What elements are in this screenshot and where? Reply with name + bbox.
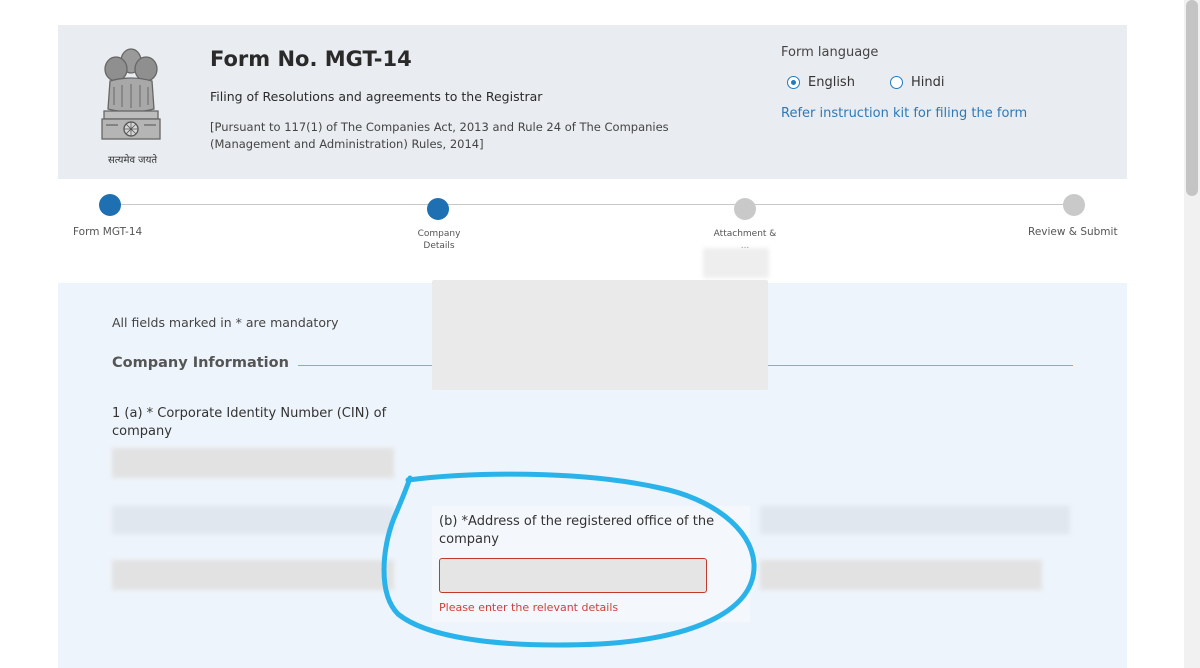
step-dot-form-mgt14[interactable]	[99, 194, 121, 216]
radio-button-hindi[interactable]	[890, 76, 903, 89]
mandatory-note: All fields marked in * are mandatory	[112, 315, 339, 330]
annotation-circle	[381, 471, 757, 648]
section-title: Company Information	[112, 355, 289, 371]
step-dot-attachment[interactable]	[734, 198, 756, 220]
form-legal-reference: [Pursuant to 117(1) of The Companies Act…	[210, 120, 669, 151]
redacted-region	[703, 248, 769, 278]
scrollbar-thumb[interactable]	[1186, 0, 1198, 196]
national-emblem-icon	[101, 48, 161, 140]
step-label-form-mgt14: Form MGT-14	[73, 226, 143, 238]
redacted-region	[432, 356, 768, 390]
step-dot-company-details[interactable]	[427, 198, 449, 220]
stepper-line	[110, 204, 1074, 205]
form-subtitle: Filing of Resolutions and agreements to …	[210, 89, 543, 104]
language-option-label: English	[808, 75, 855, 90]
instruction-kit-link[interactable]: Refer instruction kit for filing the for…	[781, 106, 1027, 121]
cin-field-redacted[interactable]	[112, 448, 394, 478]
page-title: Form No. MGT-14	[210, 47, 412, 71]
radio-button-english[interactable]	[787, 76, 800, 89]
form-header: सत्यमेव जयते Form No. MGT-14 Filing of R…	[58, 25, 1127, 179]
step-label-company-details: Company Details	[417, 229, 461, 251]
step-label-review-submit: Review & Submit	[1028, 226, 1118, 238]
emblem-caption: सत्यमेव जयते	[108, 155, 158, 166]
step-dot-review-submit[interactable]	[1063, 194, 1085, 216]
cin-field-label: 1 (a) * Corporate Identity Number (CIN) …	[112, 406, 387, 439]
language-option-english[interactable]: English	[787, 75, 855, 90]
redacted-region	[760, 506, 1070, 534]
page-scrollbar[interactable]	[1184, 0, 1200, 668]
redacted-region	[112, 560, 394, 590]
redacted-region	[760, 560, 1042, 590]
language-option-hindi[interactable]: Hindi	[890, 75, 945, 90]
language-label: Form language	[781, 45, 879, 60]
language-option-label: Hindi	[911, 75, 945, 90]
redacted-region	[112, 506, 394, 534]
